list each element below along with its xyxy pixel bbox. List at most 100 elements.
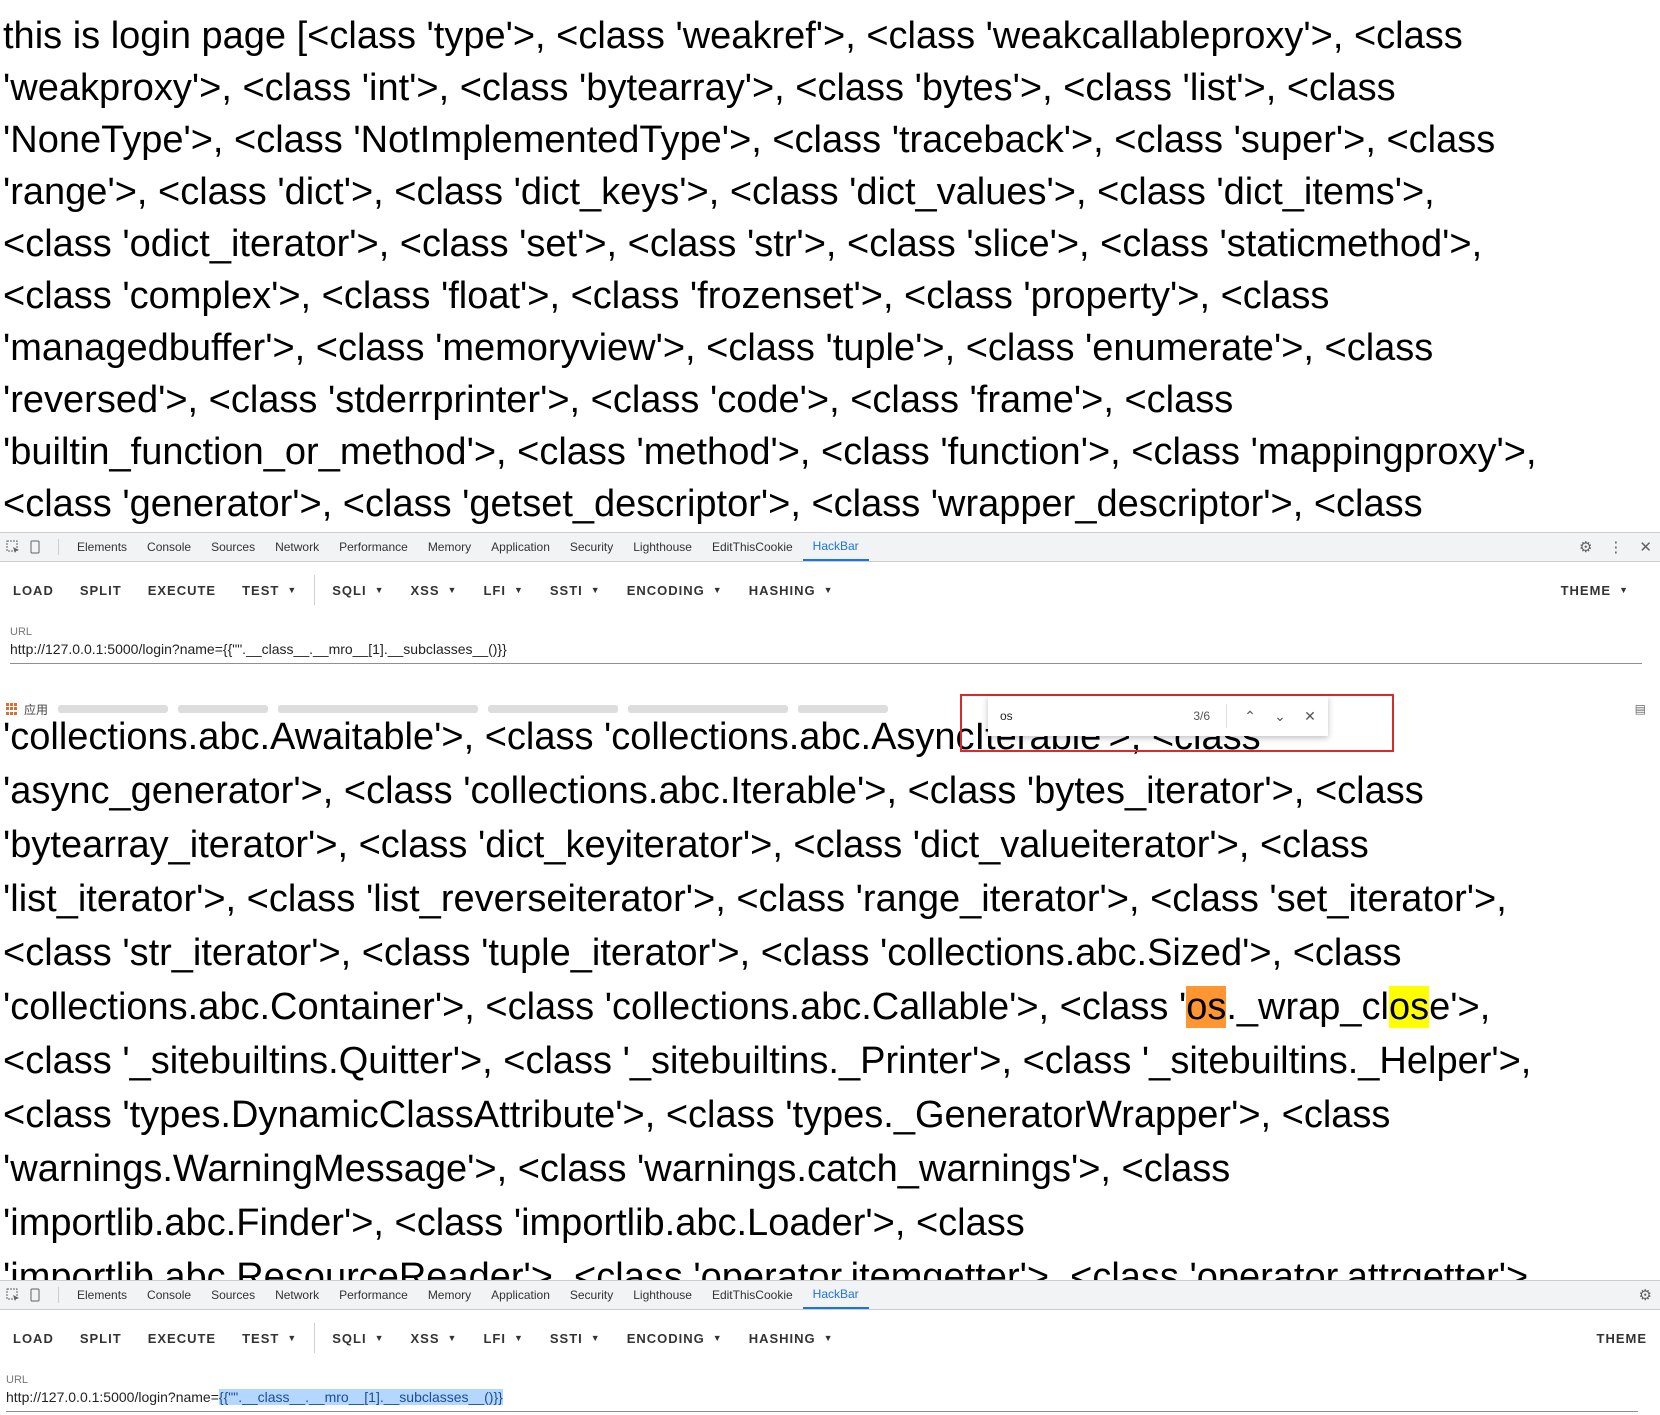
url-input[interactable]: http://127.0.0.1:5000/login?name={{"".__… bbox=[10, 641, 1642, 664]
url-section: URL http://127.0.0.1:5000/login?name={{"… bbox=[0, 618, 1660, 664]
tab-performance[interactable]: Performance bbox=[329, 533, 418, 561]
dropdown-label: ENCODING bbox=[627, 583, 705, 598]
bookmarks-bar: 应用 ▤ bbox=[0, 698, 1660, 721]
dropdown-label: SSTI bbox=[550, 1331, 583, 1346]
chevron-up-icon[interactable]: ⌃ bbox=[1235, 708, 1265, 725]
bookmark-item[interactable] bbox=[178, 705, 268, 713]
encoding-dropdown[interactable]: ENCODING ▼ bbox=[614, 572, 736, 608]
tab-console[interactable]: Console bbox=[137, 533, 201, 561]
tab-memory[interactable]: Memory bbox=[418, 1281, 481, 1309]
split-button[interactable]: SPLIT bbox=[67, 1320, 135, 1356]
bookmark-item[interactable] bbox=[278, 705, 478, 713]
page-text: 'collections.abc.Awaitable'>, <class 'co… bbox=[0, 720, 1660, 1280]
dropdown-label: THEME bbox=[1561, 583, 1612, 598]
chevron-down-icon[interactable]: ⌄ bbox=[1265, 708, 1295, 725]
tab-application[interactable]: Application bbox=[481, 533, 560, 561]
bookmark-item[interactable] bbox=[798, 705, 888, 713]
split-button[interactable]: SPLIT bbox=[67, 572, 135, 608]
gear-icon[interactable]: ⚙ bbox=[1579, 538, 1592, 556]
dropdown-label: XSS bbox=[411, 1331, 440, 1346]
text-line: 'NoneType'>, <class 'NotImplementedType'… bbox=[3, 114, 1660, 166]
theme-dropdown[interactable]: THEME ▼ bbox=[1548, 562, 1642, 618]
url-selected-text: {{"".__class__.__mro__[1].__subclasses__… bbox=[219, 1389, 503, 1405]
close-icon[interactable]: ✕ bbox=[1639, 538, 1652, 556]
tab-hackbar[interactable]: HackBar bbox=[803, 1281, 869, 1309]
hashing-dropdown[interactable]: HASHING▼ bbox=[736, 1320, 847, 1356]
caret-down-icon: ▼ bbox=[375, 585, 385, 595]
find-input[interactable]: os bbox=[1000, 709, 1170, 723]
close-icon[interactable]: ✕ bbox=[1295, 708, 1325, 725]
find-match: os bbox=[1389, 986, 1429, 1028]
tab-application[interactable]: Application bbox=[481, 1281, 560, 1309]
tab-elements[interactable]: Elements bbox=[67, 1281, 137, 1309]
tab-performance[interactable]: Performance bbox=[329, 1281, 418, 1309]
caret-down-icon: ▼ bbox=[824, 1333, 834, 1343]
tab-editthiscookie[interactable]: EditThisCookie bbox=[702, 533, 803, 561]
reading-list-icon[interactable]: ▤ bbox=[1635, 702, 1646, 716]
bookmark-item[interactable] bbox=[628, 705, 788, 713]
device-toolbar-icon[interactable] bbox=[28, 1288, 42, 1302]
tab-sources[interactable]: Sources bbox=[201, 533, 265, 561]
bookmark-apps[interactable]: 应用 bbox=[24, 701, 48, 718]
hashing-dropdown[interactable]: HASHING▼ bbox=[736, 572, 847, 608]
execute-button[interactable]: EXECUTE bbox=[135, 1320, 229, 1356]
tab-elements[interactable]: Elements bbox=[67, 533, 137, 561]
tab-lighthouse[interactable]: Lighthouse bbox=[623, 533, 702, 561]
text-line: <class 'complex'>, <class 'float'>, <cla… bbox=[3, 270, 1660, 322]
url-label: URL bbox=[10, 626, 1650, 638]
hackbar-toolbar: LOAD SPLIT EXECUTE TEST▼ SQLI▼ XSS▼ LFI▼… bbox=[0, 562, 1660, 618]
more-options-icon[interactable]: ⋮ bbox=[1608, 538, 1623, 556]
tab-editthiscookie[interactable]: EditThisCookie bbox=[702, 1281, 803, 1309]
lfi-dropdown[interactable]: LFI▼ bbox=[470, 1320, 536, 1356]
caret-down-icon: ▼ bbox=[448, 585, 458, 595]
text-line: 'importlib.abc.ResourceReader'>, <class … bbox=[3, 1250, 1660, 1280]
load-button[interactable]: LOAD bbox=[0, 572, 67, 608]
bookmark-item[interactable] bbox=[488, 705, 618, 713]
find-match-count: 3/6 bbox=[1170, 709, 1210, 723]
tab-memory[interactable]: Memory bbox=[418, 533, 481, 561]
dropdown-label: LFI bbox=[483, 583, 506, 598]
tab-network[interactable]: Network bbox=[265, 533, 329, 561]
xss-dropdown[interactable]: XSS▼ bbox=[398, 1320, 471, 1356]
caret-down-icon: ▼ bbox=[713, 585, 723, 595]
text-line: <class 'generator'>, <class 'getset_desc… bbox=[3, 478, 1660, 530]
execute-button[interactable]: EXECUTE bbox=[135, 572, 229, 608]
ssti-dropdown[interactable]: SSTI▼ bbox=[537, 1320, 614, 1356]
xss-dropdown[interactable]: XSS▼ bbox=[398, 572, 471, 608]
inspect-element-icon[interactable] bbox=[6, 1288, 20, 1302]
text-segment: e'>, bbox=[1429, 986, 1490, 1028]
sqli-dropdown[interactable]: SQLI ▼ bbox=[319, 572, 397, 608]
tab-console[interactable]: Console bbox=[137, 1281, 201, 1309]
lfi-dropdown[interactable]: LFI▼ bbox=[470, 572, 536, 608]
text-line-with-match: 'collections.abc.Container'>, <class 'co… bbox=[3, 980, 1660, 1034]
url-section: URL http://127.0.0.1:5000/login?name={{"… bbox=[0, 1366, 1660, 1412]
tab-sources[interactable]: Sources bbox=[201, 1281, 265, 1309]
gear-icon[interactable]: ⚙ bbox=[1639, 1286, 1652, 1304]
apps-icon[interactable] bbox=[6, 703, 18, 715]
text-line: 'builtin_function_or_method'>, <class 'm… bbox=[3, 426, 1660, 478]
device-toolbar-icon[interactable] bbox=[28, 540, 42, 554]
page-content-bottom: 'collections.abc.Awaitable'>, <class 'co… bbox=[0, 720, 1660, 1280]
url-text: http://127.0.0.1:5000/login?name= bbox=[6, 1389, 219, 1405]
dropdown-label: THEME bbox=[1597, 1331, 1648, 1346]
url-input[interactable]: http://127.0.0.1:5000/login?name={{"".__… bbox=[6, 1389, 1638, 1412]
tab-lighthouse[interactable]: Lighthouse bbox=[623, 1281, 702, 1309]
tab-security[interactable]: Security bbox=[560, 533, 623, 561]
test-dropdown[interactable]: TEST▼ bbox=[229, 572, 310, 608]
encoding-dropdown[interactable]: ENCODING▼ bbox=[614, 1320, 736, 1356]
find-bar: os 3/6 ⌃ ⌄ ✕ bbox=[988, 696, 1328, 736]
load-button[interactable]: LOAD bbox=[0, 1320, 67, 1356]
theme-dropdown[interactable]: THEME bbox=[1584, 1310, 1660, 1366]
inspect-element-icon[interactable] bbox=[6, 540, 20, 554]
devtools-tabbar: Elements Console Sources Network Perform… bbox=[0, 533, 1660, 562]
ssti-dropdown[interactable]: SSTI▼ bbox=[537, 572, 614, 608]
test-dropdown[interactable]: TEST▼ bbox=[229, 1320, 310, 1356]
dropdown-label: SQLI bbox=[332, 583, 366, 598]
caret-down-icon: ▼ bbox=[1619, 585, 1629, 595]
sqli-dropdown[interactable]: SQLI▼ bbox=[319, 1320, 397, 1356]
tab-hackbar[interactable]: HackBar bbox=[803, 533, 869, 561]
tab-network[interactable]: Network bbox=[265, 1281, 329, 1309]
bookmark-item[interactable] bbox=[58, 705, 168, 713]
tab-security[interactable]: Security bbox=[560, 1281, 623, 1309]
text-line: this is login page [<class 'type'>, <cla… bbox=[3, 10, 1660, 62]
